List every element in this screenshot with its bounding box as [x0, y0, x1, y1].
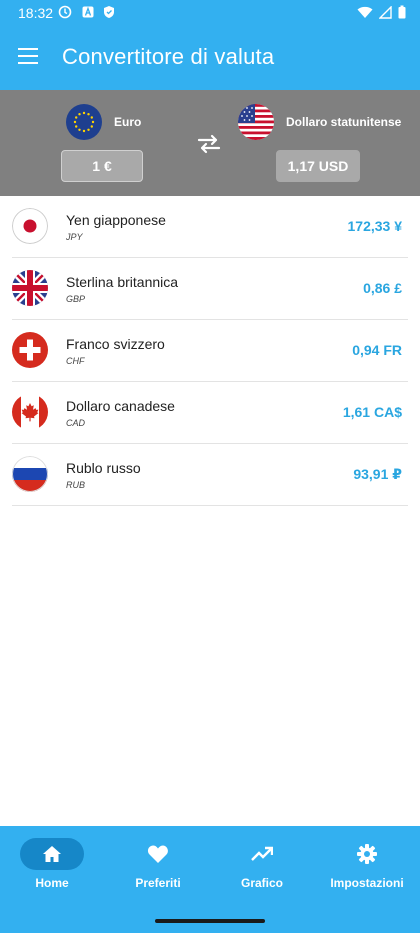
menu-icon-line: [18, 48, 38, 50]
status-icons-right: [357, 5, 406, 19]
currency-value: 0,94 FR: [352, 342, 402, 358]
currency-name: Franco svizzero: [66, 336, 165, 352]
japan-flag-icon: [12, 208, 48, 244]
menu-icon-line: [18, 55, 38, 57]
page-title: Convertitore di valuta: [62, 44, 275, 69]
from-currency-name: Euro: [114, 115, 142, 129]
nav-label: Grafico: [240, 876, 283, 890]
nav-icon-container: [230, 838, 294, 870]
to-amount-display[interactable]: 1,17 USD: [276, 150, 360, 182]
to-currency-selector[interactable]: Dollaro statunitense: [238, 104, 401, 140]
converter-panel: Euro Dollaro statunitense 1 € 1,17 USD: [0, 90, 420, 196]
status-bar: 18:32: [0, 0, 420, 26]
nav-home[interactable]: Home: [20, 838, 84, 894]
menu-button[interactable]: [18, 48, 38, 66]
swap-icon[interactable]: [196, 134, 222, 154]
currency-code: CAD: [66, 418, 86, 428]
shield-icon: [104, 6, 114, 18]
nav-label: Home: [35, 876, 69, 890]
nav-label: Impostazioni: [330, 876, 404, 890]
top-app-bar: 18:32 Convertitore di valuta: [0, 0, 420, 90]
currency-value: 93,91 ₽: [353, 466, 402, 482]
home-icon: [43, 846, 61, 862]
currency-value: 0,86 £: [363, 280, 402, 296]
to-currency-name: Dollaro statunitense: [286, 115, 402, 129]
from-amount-input[interactable]: 1 €: [61, 150, 143, 182]
russia-flag-icon: [12, 456, 48, 492]
nav-chart[interactable]: Grafico: [230, 838, 294, 894]
switzerland-flag-icon: [12, 332, 48, 368]
currency-row-rub[interactable]: Rublo russo RUB 93,91 ₽: [12, 444, 408, 506]
active-indicator: [20, 838, 84, 870]
from-currency-selector[interactable]: Euro: [66, 104, 141, 140]
us-flag-icon: [238, 104, 274, 140]
currency-row-cad[interactable]: Dollaro canadese CAD 1,61 CA$: [12, 382, 408, 444]
cell-signal-icon: [379, 5, 392, 19]
currency-code: CHF: [66, 356, 85, 366]
currency-value: 172,33 ¥: [347, 218, 403, 234]
heart-icon: [147, 845, 168, 863]
currency-row-gbp[interactable]: Sterlina britannica GBP 0,86 £: [12, 258, 408, 320]
gear-icon: [357, 844, 377, 864]
canada-flag-icon: [12, 394, 48, 430]
nav-settings[interactable]: Impostazioni: [326, 838, 408, 894]
gesture-home-indicator[interactable]: [155, 919, 265, 923]
currency-list: Yen giapponese JPY 172,33 ¥ Sterlina bri…: [12, 196, 408, 506]
currency-code: RUB: [66, 480, 86, 490]
currency-name: Rublo russo: [66, 460, 141, 476]
currency-row-jpy[interactable]: Yen giapponese JPY 172,33 ¥: [12, 196, 408, 258]
nav-icon-container: [126, 838, 190, 870]
currency-name: Dollaro canadese: [66, 398, 175, 414]
currency-name: Sterlina britannica: [66, 274, 179, 290]
uk-flag-icon: [12, 270, 48, 306]
currency-code: JPY: [66, 232, 83, 242]
currency-row-chf[interactable]: Franco svizzero CHF 0,94 FR: [12, 320, 408, 382]
currency-value: 1,61 CA$: [342, 404, 402, 420]
battery-icon: [398, 5, 406, 19]
sync-status-icon: [58, 5, 72, 19]
currency-name: Yen giapponese: [66, 212, 166, 228]
trending-up-icon: [251, 846, 273, 861]
nav-favorites[interactable]: Preferiti: [126, 838, 190, 894]
eu-flag-icon: [66, 104, 102, 140]
nav-label: Preferiti: [135, 876, 181, 890]
currency-code: GBP: [66, 294, 86, 304]
bottom-navigation: Home Preferiti Grafico Impostazioni: [0, 826, 420, 933]
menu-icon-line: [18, 62, 38, 64]
notification-a-icon: [82, 6, 94, 18]
wifi-icon: [357, 6, 373, 18]
app-bar: Convertitore di valuta: [0, 26, 420, 90]
status-time: 18:32: [18, 5, 54, 21]
nav-icon-container: [335, 838, 399, 870]
